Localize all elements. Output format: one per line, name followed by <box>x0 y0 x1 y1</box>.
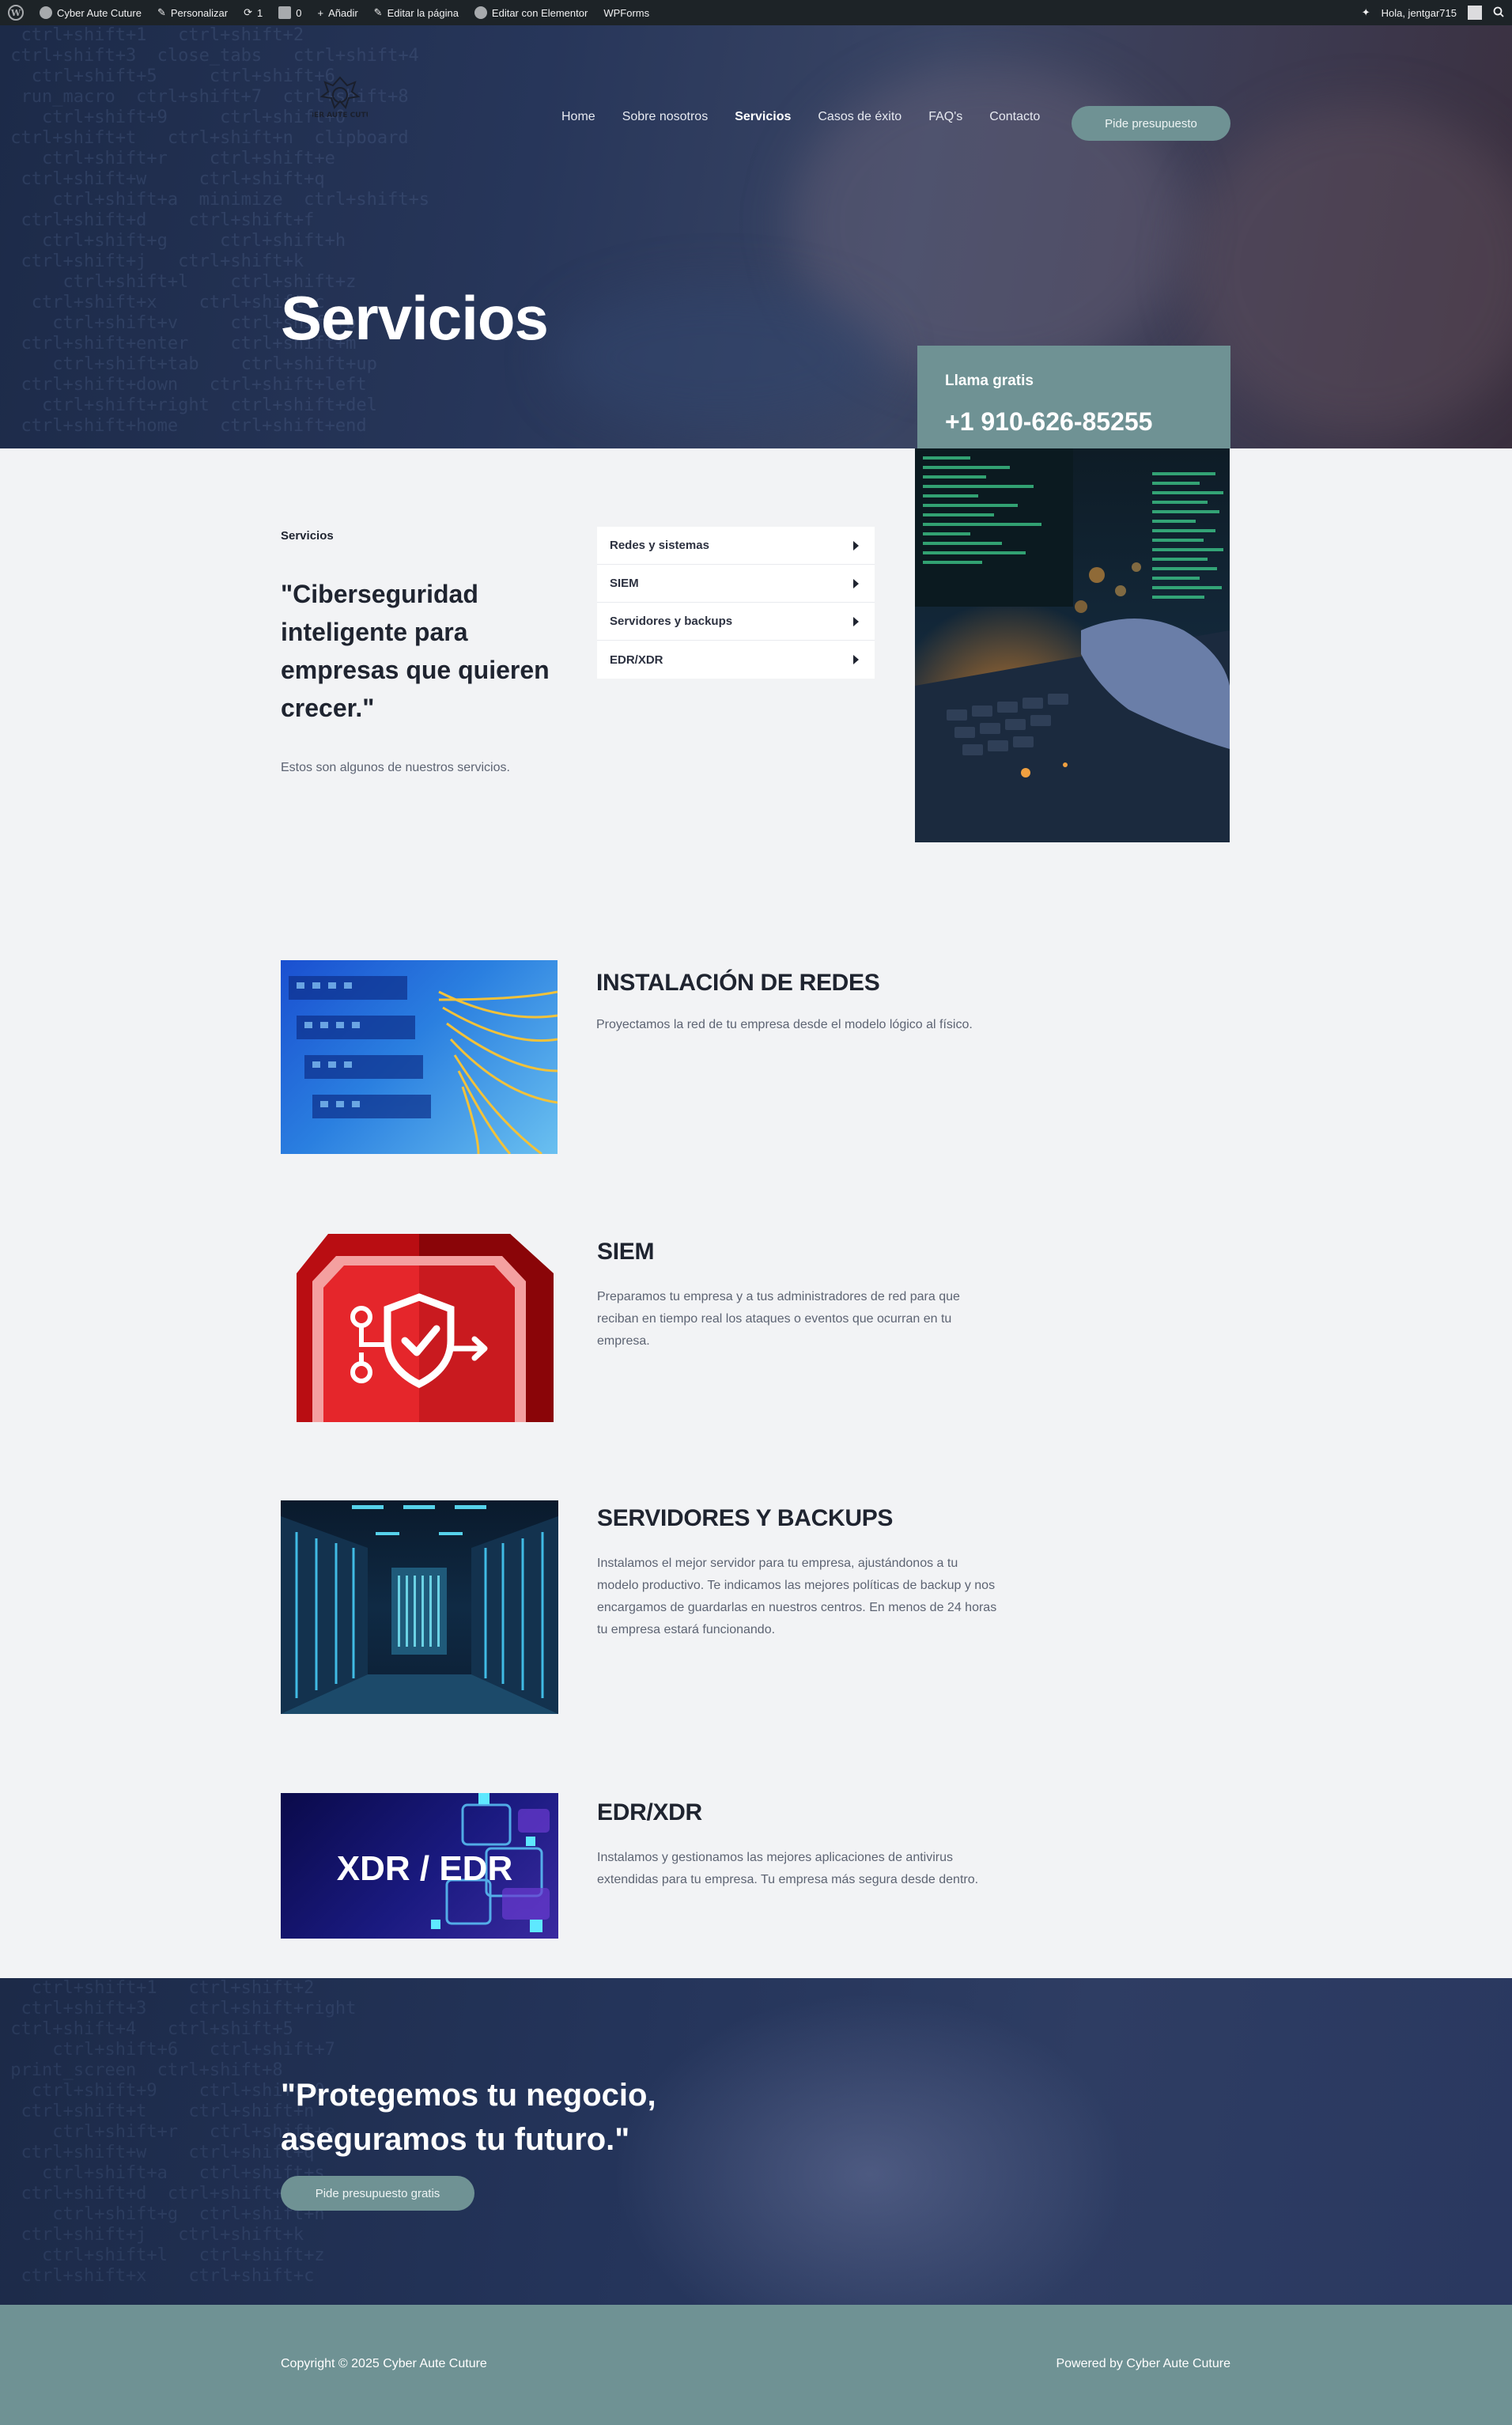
site-logo[interactable]: CYBER AUTE CUTURE <box>298 71 382 127</box>
services-menu: Redes y sistemas SIEM Servidores y backu… <box>597 527 875 679</box>
logo-wordmark: CYBER AUTE CUTURE <box>312 112 368 119</box>
caret-right-icon <box>853 655 859 664</box>
service-description: Proyectamos la red de tu empresa desde e… <box>596 1018 973 1031</box>
admin-edit-page-label: Editar la página <box>387 6 459 19</box>
admin-new-label: Añadir <box>328 6 358 19</box>
call-number[interactable]: +1 910-626-85255 <box>945 407 1203 437</box>
service-edr: XDR / EDR EDR/XDR Instalamos y gestionam… <box>281 1793 1230 1940</box>
xdr-edr-image: XDR / EDR <box>281 1793 558 1939</box>
admin-updates-link[interactable]: ⟳ 1 <box>244 6 263 19</box>
intro-subtitle: Estos son algunos de nuestros servicios. <box>281 761 510 774</box>
wordpress-logo-icon[interactable]: W <box>8 5 24 21</box>
brush-icon: ✎ <box>157 6 166 18</box>
services-menu-item-redes[interactable]: Redes y sistemas <box>597 527 875 565</box>
service-description: Instalamos y gestionamos las mejores apl… <box>597 1851 979 1886</box>
service-siem: SIEM Preparamos tu empresa y a tus admin… <box>281 1234 1230 1424</box>
updates-icon: ⟳ <box>244 6 253 18</box>
services-menu-label: Redes y sistemas <box>610 539 709 552</box>
pencil-icon: ✎ <box>373 6 383 18</box>
menu-item-contacto[interactable]: Contacto <box>989 110 1040 124</box>
services-menu-label: SIEM <box>610 577 639 590</box>
ai-sparkle-icon[interactable]: ✦ <box>1362 6 1370 19</box>
admin-wpforms-link[interactable]: WPForms <box>603 7 649 19</box>
skull-logo-icon: CYBER AUTE CUTURE <box>298 76 382 119</box>
admin-site-link[interactable]: Cyber Aute Cuture <box>40 6 142 19</box>
service-servidores: SERVIDORES Y BACKUPS Instalamos el mejor… <box>281 1500 1230 1716</box>
header-quote-button[interactable]: Pide presupuesto <box>1072 106 1230 141</box>
dashboard-icon <box>40 6 52 19</box>
site-header: CYBER AUTE CUTURE Home Sobre nosotros Se… <box>0 25 1512 141</box>
main-menu: Home Sobre nosotros Servicios Casos de é… <box>561 110 1040 124</box>
menu-item-home[interactable]: Home <box>561 110 595 124</box>
cta-section: ctrl+shift+1 ctrl+shift+2 ctrl+shift+3 c… <box>0 1978 1512 2305</box>
avatar[interactable] <box>1468 6 1482 20</box>
service-title: SERVIDORES Y BACKUPS <box>597 1505 894 1531</box>
footer-copyright: Copyright © 2025 Cyber Aute Cuture <box>281 2357 487 2370</box>
admin-bar: W Cyber Aute Cuture ✎ Personalizar ⟳ 1 0… <box>0 0 1512 25</box>
svg-text:W: W <box>10 8 21 18</box>
admin-elementor-label: Editar con Elementor <box>491 6 588 19</box>
intro-kicker: Servicios <box>281 529 334 543</box>
services-menu-label: Servidores y backups <box>610 615 733 628</box>
service-title: EDR/XDR <box>597 1799 702 1825</box>
admin-greeting[interactable]: Hola, jentgar715 <box>1382 7 1457 19</box>
services-menu-item-edr[interactable]: EDR/XDR <box>597 641 875 679</box>
admin-new-link[interactable]: + Añadir <box>318 7 358 19</box>
cta-quote: "Protegemos tu negocio, aseguramos tu fu… <box>281 2078 656 2157</box>
intro-quote: "Ciberseguridad inteligente para empresa… <box>281 580 550 722</box>
plus-icon: + <box>317 6 324 19</box>
services-menu-item-servidores[interactable]: Servidores y backups <box>597 603 875 641</box>
footer-powered-by[interactable]: Powered by Cyber Aute Cuture <box>1056 2357 1230 2371</box>
comment-icon <box>278 6 292 19</box>
site-footer: Copyright © 2025 Cyber Aute Cuture Power… <box>0 2305 1512 2425</box>
xdr-edr-image-text: XDR / EDR <box>337 1849 512 1888</box>
admin-customize-label: Personalizar <box>170 6 229 19</box>
network-cables-image <box>281 960 558 1154</box>
hacker-keyboard-image <box>915 448 1230 842</box>
services-menu-label: EDR/XDR <box>610 653 663 667</box>
hero-bg-glow <box>554 286 886 429</box>
admin-site-name: Cyber Aute Cuture <box>57 6 142 19</box>
admin-comments-link[interactable]: 0 <box>278 6 302 19</box>
hero-section: ctrl+shift+1 ctrl+shift+2 ctrl+shift+3 c… <box>0 25 1512 448</box>
service-title: SIEM <box>597 1239 655 1265</box>
menu-item-faqs[interactable]: FAQ's <box>928 110 962 124</box>
server-room-image <box>281 1500 558 1714</box>
admin-edit-page-link[interactable]: ✎ Editar la página <box>374 6 459 19</box>
caret-right-icon <box>853 540 859 550</box>
caret-right-icon <box>853 616 859 626</box>
admin-elementor-link[interactable]: Editar con Elementor <box>474 6 588 19</box>
elementor-icon <box>474 6 487 19</box>
cta-quote-button[interactable]: Pide presupuesto gratis <box>281 2176 474 2211</box>
siem-shield-icon <box>281 1234 558 1422</box>
hero-bg-glow <box>1186 104 1512 437</box>
page-title: Servicios <box>281 283 549 353</box>
services-menu-item-siem[interactable]: SIEM <box>597 565 875 603</box>
caret-right-icon <box>853 578 859 588</box>
call-box[interactable]: Llama gratis +1 910-626-85255 <box>917 346 1230 448</box>
admin-wpforms-label: WPForms <box>603 6 650 19</box>
service-title: INSTALACIÓN DE REDES <box>596 970 880 996</box>
search-icon[interactable] <box>1493 6 1504 20</box>
menu-item-sobre-nosotros[interactable]: Sobre nosotros <box>622 110 709 124</box>
admin-updates-count: 1 <box>257 6 263 19</box>
call-label: Llama gratis <box>945 373 1034 389</box>
service-redes: INSTALACIÓN DE REDES Proyectamos la red … <box>281 960 1230 1158</box>
service-description: Instalamos el mejor servidor para tu emp… <box>597 1557 997 1636</box>
service-description: Preparamos tu empresa y a tus administra… <box>597 1290 960 1348</box>
menu-item-servicios[interactable]: Servicios <box>735 110 791 124</box>
menu-item-casos-de-exito[interactable]: Casos de éxito <box>818 110 902 124</box>
admin-customize-link[interactable]: ✎ Personalizar <box>157 6 228 19</box>
admin-comments-count: 0 <box>296 6 302 19</box>
